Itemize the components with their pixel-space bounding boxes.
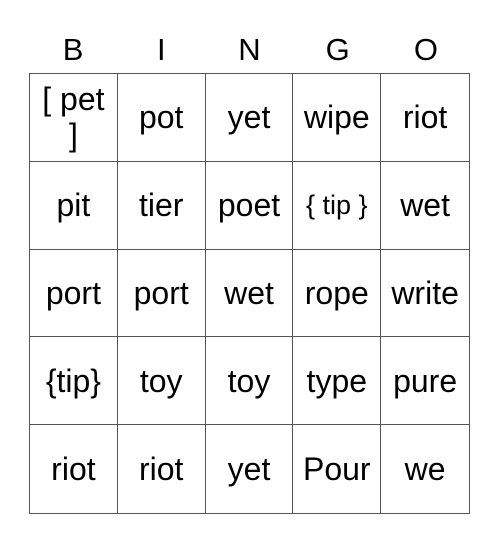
bingo-cell[interactable]: {tip} — [30, 337, 118, 426]
bingo-cell[interactable]: tier — [117, 161, 206, 250]
bingo-cell[interactable]: wet — [381, 162, 469, 250]
bingo-cell[interactable]: wet — [205, 249, 294, 338]
bingo-cell[interactable]: we — [381, 425, 469, 513]
bingo-cell[interactable]: pot — [117, 74, 206, 162]
bingo-header: B I N G O — [29, 30, 470, 70]
bingo-cell[interactable]: { tip } — [293, 161, 382, 250]
bingo-cell[interactable]: wipe — [293, 74, 382, 162]
bingo-cell[interactable]: type — [293, 337, 382, 426]
bingo-cell[interactable]: riot — [118, 425, 206, 513]
bingo-cell[interactable]: pit — [30, 161, 118, 250]
header-letter-b: B — [62, 32, 84, 67]
bingo-cell[interactable]: riot — [381, 74, 469, 162]
bingo-cell[interactable]: port — [117, 249, 206, 338]
header-letter-n: N — [238, 32, 261, 67]
header-letter-g: G — [325, 32, 350, 67]
bingo-cell[interactable]: toy — [205, 337, 294, 426]
bingo-cell[interactable]: yet — [205, 74, 294, 162]
header-letter-o: O — [413, 32, 438, 67]
bingo-cell[interactable]: [ pet ] — [30, 74, 118, 162]
bingo-cell[interactable]: pure — [381, 337, 469, 426]
bingo-cell[interactable]: yet — [206, 425, 294, 513]
bingo-cell[interactable]: Pour — [293, 425, 382, 513]
bingo-card-grid: [ pet ] pot yet wipe riot pit tier poet … — [29, 73, 470, 514]
bingo-cell[interactable]: write — [381, 250, 469, 338]
bingo-cell[interactable]: port — [30, 249, 118, 338]
header-letter-i: I — [156, 32, 166, 67]
bingo-cell[interactable]: toy — [117, 337, 206, 426]
bingo-cell[interactable]: poet — [205, 161, 294, 250]
bingo-cell[interactable]: riot — [30, 425, 118, 513]
bingo-cell[interactable]: rope — [293, 249, 382, 338]
